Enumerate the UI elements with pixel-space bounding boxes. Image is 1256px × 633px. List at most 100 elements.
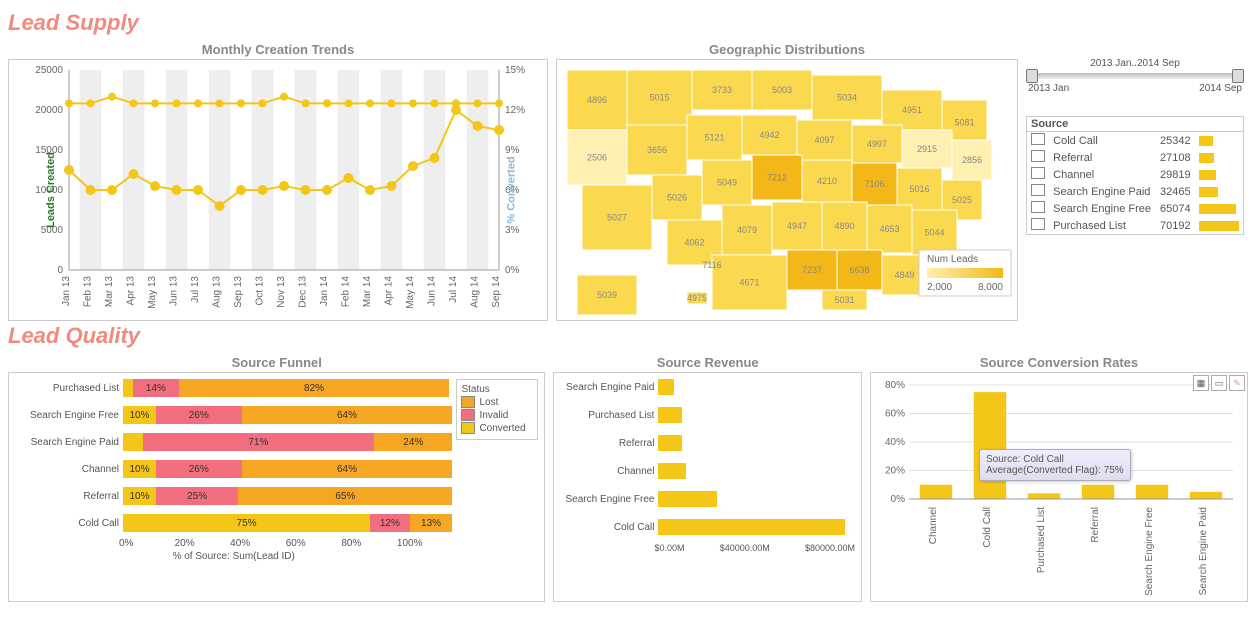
svg-text:Aug 14: Aug 14 <box>470 276 481 308</box>
slider-start: 2013 Jan <box>1028 83 1069 94</box>
svg-text:4210: 4210 <box>817 176 837 186</box>
svg-text:7237: 7237 <box>802 265 822 275</box>
conversion-tooltip: Source: Cold Call Average(Converted Flag… <box>979 449 1131 481</box>
time-slider-label: 2013 Jan..2014 Sep <box>1028 58 1242 69</box>
svg-text:60%: 60% <box>885 409 905 420</box>
svg-text:Apr 14: Apr 14 <box>384 276 395 306</box>
svg-text:Search Engine Paid: Search Engine Paid <box>1198 507 1209 595</box>
svg-text:5044: 5044 <box>924 228 944 238</box>
svg-text:Oct 13: Oct 13 <box>255 276 266 306</box>
svg-text:Feb 14: Feb 14 <box>341 276 352 308</box>
svg-text:0: 0 <box>57 265 63 276</box>
svg-text:4896: 4896 <box>587 95 607 105</box>
svg-text:8,000: 8,000 <box>978 282 1003 293</box>
source-row[interactable]: Purchased List70192 <box>1027 217 1244 235</box>
svg-text:4097: 4097 <box>814 135 834 145</box>
svg-text:4653: 4653 <box>879 224 899 234</box>
svg-text:Cold Call: Cold Call <box>982 507 993 548</box>
svg-text:4975: 4975 <box>687 293 707 303</box>
funnel-legend: Status Lost Invalid Converted <box>456 379 538 440</box>
svg-text:2915: 2915 <box>917 144 937 154</box>
svg-text:40%: 40% <box>885 437 905 448</box>
svg-text:4951: 4951 <box>902 105 922 115</box>
toolbar-edit-icon[interactable]: ✎ <box>1229 375 1245 391</box>
svg-text:4079: 4079 <box>737 225 757 235</box>
source-row[interactable]: Referral27108 <box>1027 149 1244 166</box>
svg-text:Jul 13: Jul 13 <box>190 276 201 303</box>
svg-text:Referral: Referral <box>1090 507 1101 543</box>
chart-toolbar: ▦ ▭ ✎ <box>1193 375 1245 391</box>
svg-text:4062: 4062 <box>684 238 704 248</box>
svg-text:5003: 5003 <box>772 85 792 95</box>
svg-text:2856: 2856 <box>962 155 982 165</box>
svg-text:25000: 25000 <box>35 65 63 76</box>
svg-text:Mar 14: Mar 14 <box>362 276 373 308</box>
svg-text:4942: 4942 <box>759 130 779 140</box>
svg-text:5039: 5039 <box>597 290 617 300</box>
svg-text:Jun 14: Jun 14 <box>427 276 438 306</box>
monthly-ylabel-left: Leads Created <box>45 152 57 228</box>
svg-text:5121: 5121 <box>704 133 724 143</box>
svg-text:12%: 12% <box>505 105 525 116</box>
svg-text:5034: 5034 <box>837 93 857 103</box>
svg-text:15%: 15% <box>505 65 525 76</box>
svg-text:5025: 5025 <box>952 195 972 205</box>
source-table: Source Cold Call25342Referral27108Channe… <box>1026 116 1244 235</box>
svg-text:Channel: Channel <box>928 507 939 544</box>
svg-text:3%: 3% <box>505 225 520 236</box>
time-slider[interactable]: 2013 Jan..2014 Sep 2013 Jan 2014 Sep <box>1026 56 1244 96</box>
svg-text:2506: 2506 <box>587 153 607 163</box>
svg-text:5016: 5016 <box>909 184 929 194</box>
svg-text:5026: 5026 <box>667 193 687 203</box>
svg-text:Nov 13: Nov 13 <box>276 276 287 308</box>
svg-text:7116: 7116 <box>702 260 721 270</box>
svg-text:5049: 5049 <box>717 178 737 188</box>
svg-text:Jul 14: Jul 14 <box>448 276 459 303</box>
funnel-title: Source Funnel <box>8 355 545 370</box>
svg-text:9%: 9% <box>505 145 520 156</box>
svg-text:Sep 13: Sep 13 <box>233 276 244 308</box>
monthly-ylabel-right: % Converted <box>505 156 517 223</box>
svg-text:20000: 20000 <box>35 105 63 116</box>
geo-title: Geographic Distributions <box>556 42 1018 57</box>
svg-text:5031: 5031 <box>834 295 854 305</box>
svg-text:2,000: 2,000 <box>927 282 952 293</box>
svg-text:4671: 4671 <box>739 278 759 288</box>
svg-text:Num Leads: Num Leads <box>927 254 978 265</box>
revenue-chart[interactable]: Search Engine PaidPurchased ListReferral… <box>553 372 862 602</box>
source-row[interactable]: Channel29819 <box>1027 166 1244 183</box>
svg-text:4997: 4997 <box>867 139 887 149</box>
funnel-chart[interactable]: Purchased List14%82%Search Engine Free10… <box>8 372 545 602</box>
conversion-chart[interactable]: ▦ ▭ ✎ 0%20%40%60%80%ChannelCold CallPurc… <box>870 372 1248 602</box>
svg-text:Purchased List: Purchased List <box>1036 507 1047 573</box>
geo-map[interactable]: 4896 5015 3733 5003 5034 4951 5081 2506 3656 5121… <box>556 59 1018 321</box>
monthly-title: Monthly Creation Trends <box>8 42 548 57</box>
svg-text:3656: 3656 <box>647 145 667 155</box>
svg-text:Mar 13: Mar 13 <box>104 276 115 308</box>
section-lead-supply: Lead Supply <box>8 10 1248 36</box>
svg-text:4849: 4849 <box>894 270 914 280</box>
toolbar-grid-icon[interactable]: ▦ <box>1193 375 1209 391</box>
source-row[interactable]: Cold Call25342 <box>1027 132 1244 150</box>
svg-text:3733: 3733 <box>712 85 732 95</box>
source-row[interactable]: Search Engine Paid32465 <box>1027 183 1244 200</box>
svg-text:Jun 13: Jun 13 <box>169 276 180 306</box>
svg-text:May 14: May 14 <box>405 276 416 309</box>
section-lead-quality: Lead Quality <box>8 323 1248 349</box>
svg-text:5015: 5015 <box>649 93 669 103</box>
svg-text:80%: 80% <box>885 380 905 391</box>
conversion-title: Source Conversion Rates <box>870 355 1248 370</box>
toolbar-window-icon[interactable]: ▭ <box>1211 375 1227 391</box>
svg-text:Aug 13: Aug 13 <box>212 276 223 308</box>
svg-text:Sep 14: Sep 14 <box>491 276 502 308</box>
svg-text:5081: 5081 <box>954 118 974 128</box>
svg-text:7212: 7212 <box>767 173 787 183</box>
svg-text:0%: 0% <box>891 494 906 505</box>
source-row[interactable]: Search Engine Free65074 <box>1027 200 1244 217</box>
svg-text:Jan 14: Jan 14 <box>319 276 330 306</box>
svg-text:Dec 13: Dec 13 <box>298 276 309 308</box>
monthly-chart[interactable]: Leads Created % Converted 05000100001500… <box>8 59 548 321</box>
source-table-header: Source <box>1027 117 1244 132</box>
revenue-title: Source Revenue <box>553 355 862 370</box>
svg-text:May 13: May 13 <box>147 276 158 309</box>
